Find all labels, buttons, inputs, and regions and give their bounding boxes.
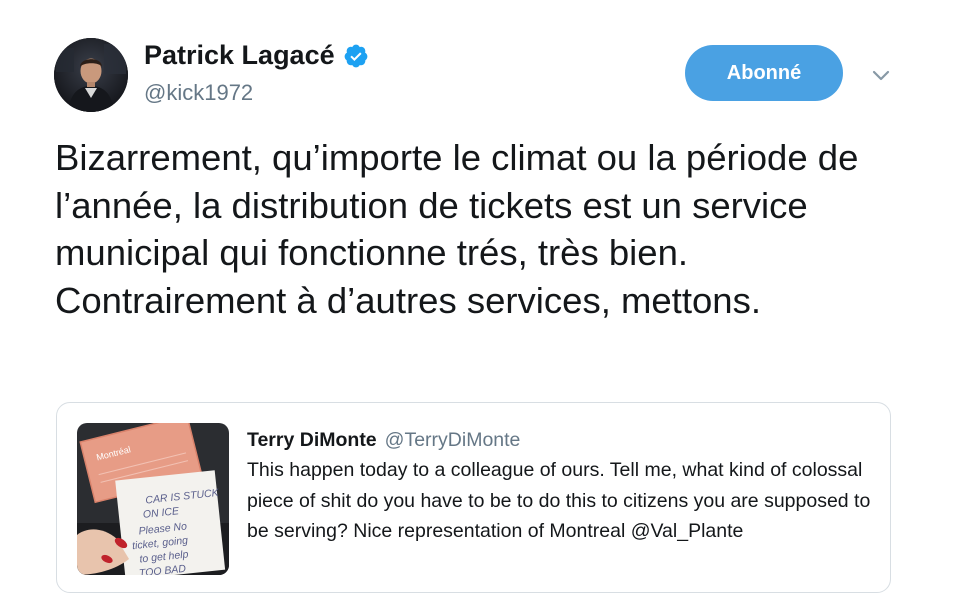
quoted-tweet-header: Terry DiMonte @TerryDiMonte xyxy=(247,429,520,452)
author-name-row: Patrick Lagacé xyxy=(144,40,369,71)
tweet-text: Bizarrement, qu’importe le climat ou la … xyxy=(55,137,859,321)
quoted-author-handle: @TerryDiMonte xyxy=(384,429,521,451)
profile-photo-icon xyxy=(54,38,128,112)
author-handle[interactable]: @kick1972 xyxy=(144,80,253,106)
chevron-down-icon[interactable] xyxy=(870,64,892,86)
author-display-name[interactable]: Patrick Lagacé xyxy=(144,40,335,71)
quoted-tweet-text: This happen today to a colleague of ours… xyxy=(247,459,871,542)
author-avatar[interactable] xyxy=(54,38,128,112)
quoted-tweet-card[interactable]: Montréal CAR IS STUCK ON ICE Please No t… xyxy=(56,402,891,593)
following-button[interactable]: Abonné xyxy=(685,45,843,101)
quoted-author-name: Terry DiMonte xyxy=(247,429,377,451)
quoted-tweet-image[interactable]: Montréal CAR IS STUCK ON ICE Please No t… xyxy=(77,423,229,575)
verified-badge-icon xyxy=(343,43,369,69)
